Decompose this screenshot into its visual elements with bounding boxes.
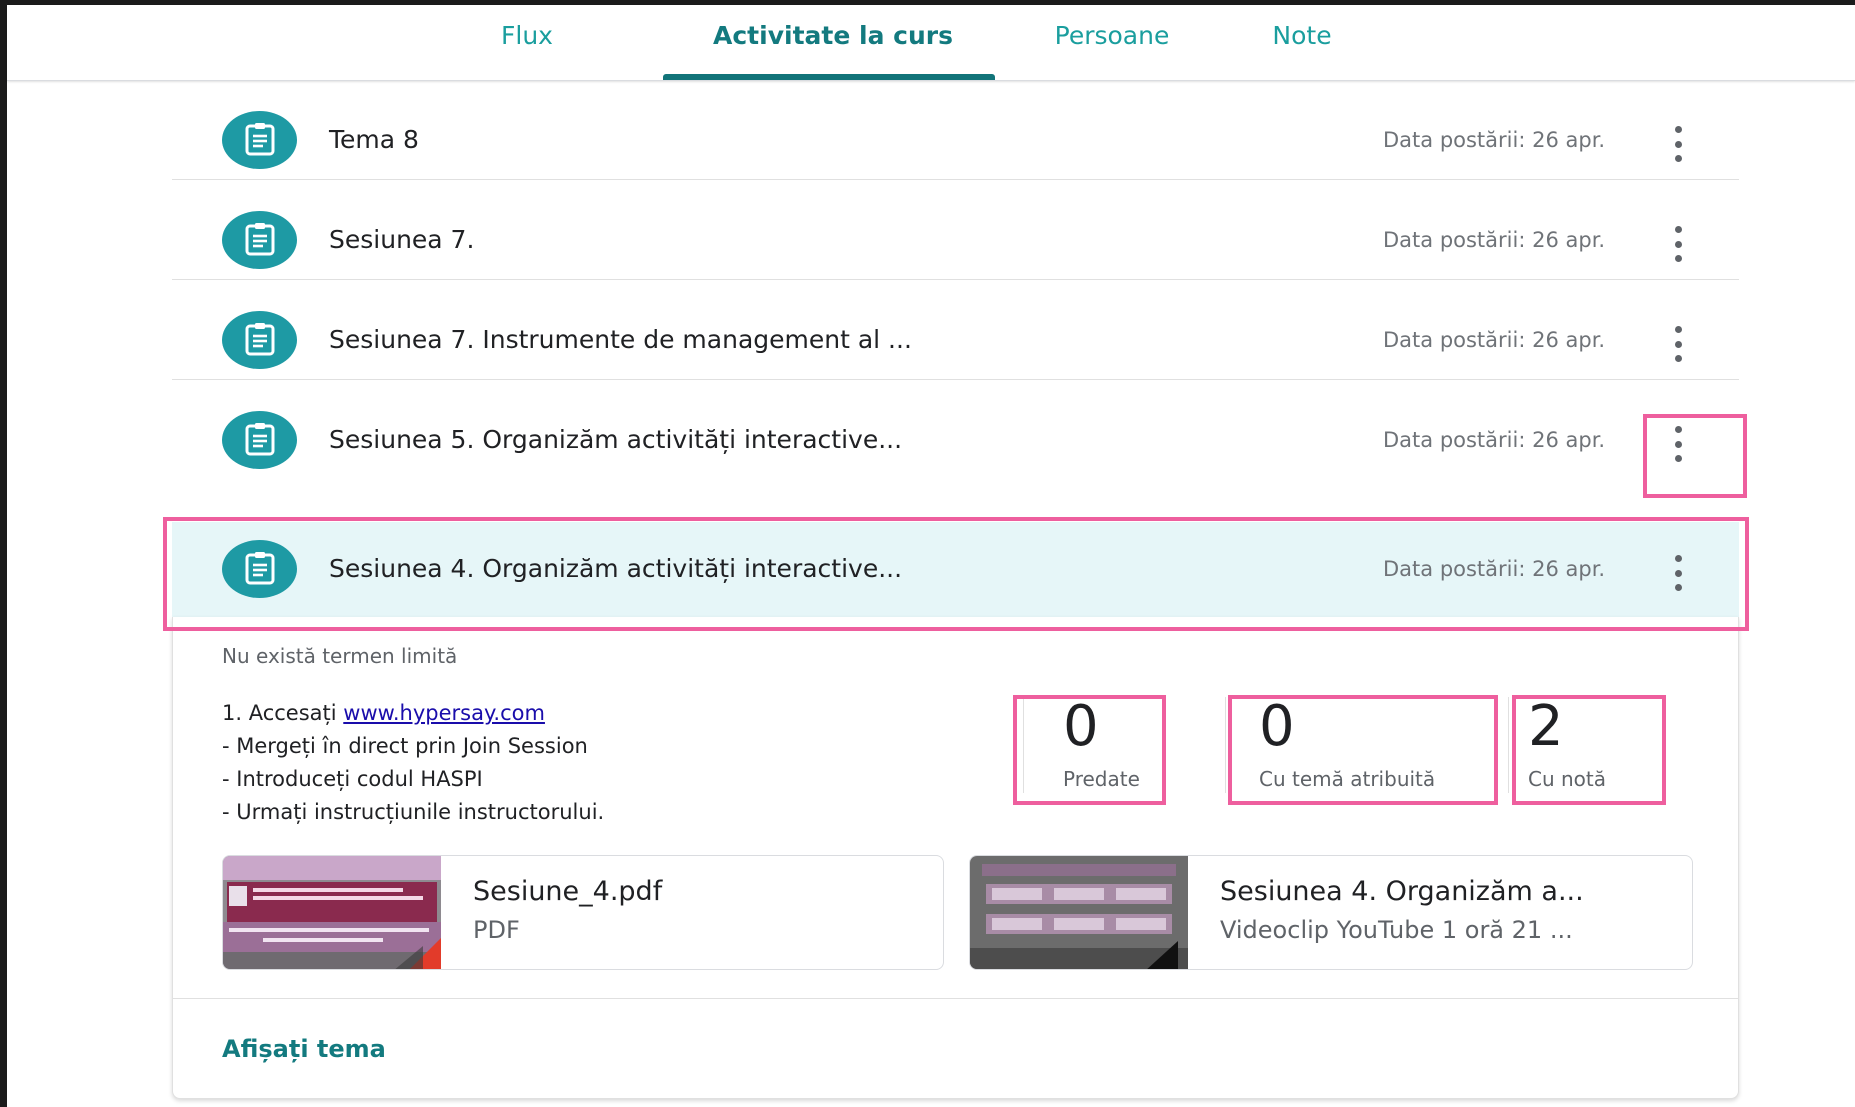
assignment-title: Sesiunea 5. Organizăm activități interac… [329, 425, 903, 454]
list-item-selected[interactable]: Sesiunea 4. Organizăm activități interac… [172, 522, 1739, 617]
assignment-details-card: Nu există termen limită 1. Accesați www.… [172, 617, 1739, 1099]
tab-people[interactable]: Persoane [1037, 13, 1187, 80]
attachment-type: PDF [473, 916, 520, 944]
instruction-line-4: - Urmați instrucțiunile instructorului. [222, 800, 605, 824]
assignment-icon [222, 111, 297, 169]
stat-value: 0 [1259, 694, 1295, 759]
tab-grades[interactable]: Note [1247, 13, 1357, 80]
attachment-title: Sesiunea 4. Organizăm a... [1220, 876, 1584, 907]
list-item[interactable]: Sesiunea 7. Instrumente de management al… [172, 280, 1739, 380]
attachment-pdf[interactable]: Sesiune_4.pdf PDF [222, 855, 944, 970]
posted-date: Data postării: 26 apr. [1383, 328, 1606, 352]
attachment-youtube[interactable]: Sesiunea 4. Organizăm a... Videoclip You… [969, 855, 1693, 970]
instruction-line-3: - Introduceți codul HASPI [222, 767, 483, 791]
posted-date: Data postării: 26 apr. [1383, 228, 1606, 252]
more-options-icon[interactable] [1666, 555, 1690, 591]
posted-date: Data postării: 26 apr. [1383, 128, 1606, 152]
attachment-type: Videoclip YouTube 1 oră 21 ... [1220, 916, 1573, 944]
video-thumbnail [970, 856, 1188, 969]
stat-label: Cu notă [1528, 767, 1607, 791]
assignment-title: Sesiunea 4. Organizăm activități interac… [329, 554, 903, 583]
instruction-line-2: - Mergeți în direct prin Join Session [222, 734, 588, 758]
attachment-title: Sesiune_4.pdf [473, 876, 663, 907]
stat-value: 2 [1528, 694, 1564, 759]
assignment-icon [222, 311, 297, 369]
assignment-title: Sesiunea 7. Instrumente de management al… [329, 325, 912, 354]
assignment-icon [222, 540, 297, 598]
assignment-icon [222, 211, 297, 269]
due-date-text: Nu există termen limită [222, 644, 458, 668]
view-assignment-link[interactable]: Afișați tema [222, 1035, 386, 1063]
hypersay-link[interactable]: www.hypersay.com [343, 701, 545, 725]
assignment-instructions: 1. Accesați www.hypersay.com - Mergeți î… [222, 697, 604, 829]
stat-divider [1508, 697, 1509, 793]
list-item[interactable]: Sesiunea 5. Organizăm activități interac… [172, 380, 1739, 505]
assignment-title: Sesiunea 7. [329, 225, 475, 254]
assignment-icon [222, 411, 297, 469]
assignment-title: Tema 8 [329, 125, 419, 154]
more-options-icon[interactable] [1666, 426, 1690, 462]
posted-date: Data postării: 26 apr. [1383, 557, 1606, 581]
more-options-icon[interactable] [1666, 326, 1690, 362]
stat-divider [1023, 697, 1024, 793]
stat-graded[interactable]: 2 Cu notă [1528, 694, 1607, 792]
stat-label: Predate [1063, 767, 1140, 791]
stat-assigned[interactable]: 0 Cu temă atribuită [1259, 694, 1436, 792]
tab-flux[interactable]: Flux [467, 13, 587, 80]
instruction-text: 1. Accesați [222, 701, 344, 725]
stat-divider [1225, 697, 1226, 793]
stat-value: 0 [1063, 694, 1099, 759]
stat-label: Cu temă atribuită [1259, 767, 1436, 791]
card-divider [173, 998, 1738, 999]
list-item[interactable]: Tema 8 Data postării: 26 apr. [172, 80, 1739, 180]
stat-turned-in[interactable]: 0 Predate [1063, 694, 1140, 792]
more-options-icon[interactable] [1666, 226, 1690, 262]
more-options-icon[interactable] [1666, 126, 1690, 162]
list-item[interactable]: Sesiunea 7. Data postării: 26 apr. [172, 180, 1739, 280]
class-tabs-bar: Flux Activitate la curs Persoane Note [7, 5, 1855, 81]
window-frame-left [0, 0, 7, 1107]
posted-date: Data postării: 26 apr. [1383, 428, 1606, 452]
tab-classwork[interactable]: Activitate la curs [663, 13, 1003, 80]
pdf-thumbnail [223, 856, 441, 969]
instruction-line-1: 1. Accesați www.hypersay.com [222, 697, 604, 730]
